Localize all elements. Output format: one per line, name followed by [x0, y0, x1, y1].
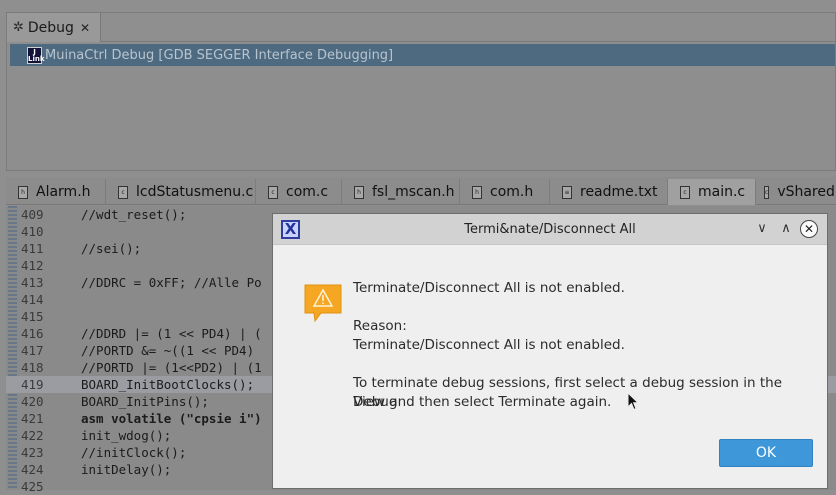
tab-main-c[interactable]: c main.c [668, 179, 756, 205]
c-source-file-icon: c [680, 185, 690, 199]
debug-view: ✲ Debug ✕ J Link MuinaCtrl Debug [GDB SE… [6, 12, 836, 171]
debug-tab-label: Debug [27, 19, 74, 36]
tab-label: Alarm.h [36, 184, 91, 200]
tab-alarm-h[interactable]: h Alarm.h [6, 179, 106, 205]
terminate-dialog: X Termi&nate/Disconnect All ∨ ∧ ✕ Termin… [272, 213, 828, 489]
tab-vshared[interactable]: c vSharedD [756, 179, 836, 205]
maximize-button[interactable]: ∧ [777, 220, 795, 238]
c-source-file-icon: c [268, 185, 278, 199]
reason-label: Reason: [353, 318, 407, 334]
dialog-title: Termi&nate/Disconnect All [464, 222, 636, 237]
debug-session-row[interactable]: J Link MuinaCtrl Debug [GDB SEGGER Inter… [10, 44, 835, 66]
tab-com-h[interactable]: h com.h [460, 179, 550, 205]
jlink-icon: J Link [27, 46, 45, 64]
debug-bug-icon: ✲ [13, 20, 24, 35]
tab-label: com.c [286, 184, 329, 200]
dialog-message: Terminate/Disconnect All is not enabled. [353, 280, 625, 296]
dialog-titlebar[interactable]: X Termi&nate/Disconnect All ∨ ∧ ✕ [273, 214, 827, 245]
c-header-file-icon: h [18, 185, 28, 199]
minimize-button[interactable]: ∨ [753, 220, 771, 238]
tab-label: readme.txt [580, 184, 658, 200]
c-header-file-icon: h [354, 185, 364, 199]
c-source-file-icon: c [118, 185, 128, 199]
tab-readme-txt[interactable]: ≡ readme.txt [550, 179, 668, 205]
debug-view-tabbar: ✲ Debug ✕ [7, 13, 835, 42]
tab-fsl-mscan-h[interactable]: h fsl_mscan.h [342, 179, 460, 205]
reason-text: Terminate/Disconnect All is not enabled. [353, 337, 625, 353]
c-header-file-icon: h [472, 185, 482, 199]
ok-button[interactable]: OK [719, 439, 813, 467]
tab-label: lcdStatusmenu.c [136, 184, 254, 200]
tab-lcdstatusmenu-c[interactable]: c lcdStatusmenu.c [106, 179, 256, 205]
close-icon[interactable]: ✕ [80, 21, 90, 35]
close-button[interactable]: ✕ [800, 220, 818, 238]
mouse-cursor-icon [627, 392, 639, 411]
warning-icon [304, 284, 342, 322]
tab-label: fsl_mscan.h [372, 184, 455, 200]
tab-com-c[interactable]: c com.c [256, 179, 342, 205]
tab-label: vSharedD [777, 184, 836, 200]
tab-label: com.h [490, 184, 534, 200]
c-source-file-icon: c [764, 185, 770, 199]
debug-session-label: MuinaCtrl Debug [GDB SEGGER Interface De… [45, 47, 394, 63]
editor-tabbar: h Alarm.h c lcdStatusmenu.c c com.c h fs… [6, 177, 836, 205]
tab-label: main.c [698, 184, 746, 200]
text-file-icon: ≡ [562, 185, 572, 199]
tab-debug[interactable]: ✲ Debug ✕ [7, 13, 101, 42]
instruction-line-2: View and then select Terminate again. [353, 394, 612, 410]
